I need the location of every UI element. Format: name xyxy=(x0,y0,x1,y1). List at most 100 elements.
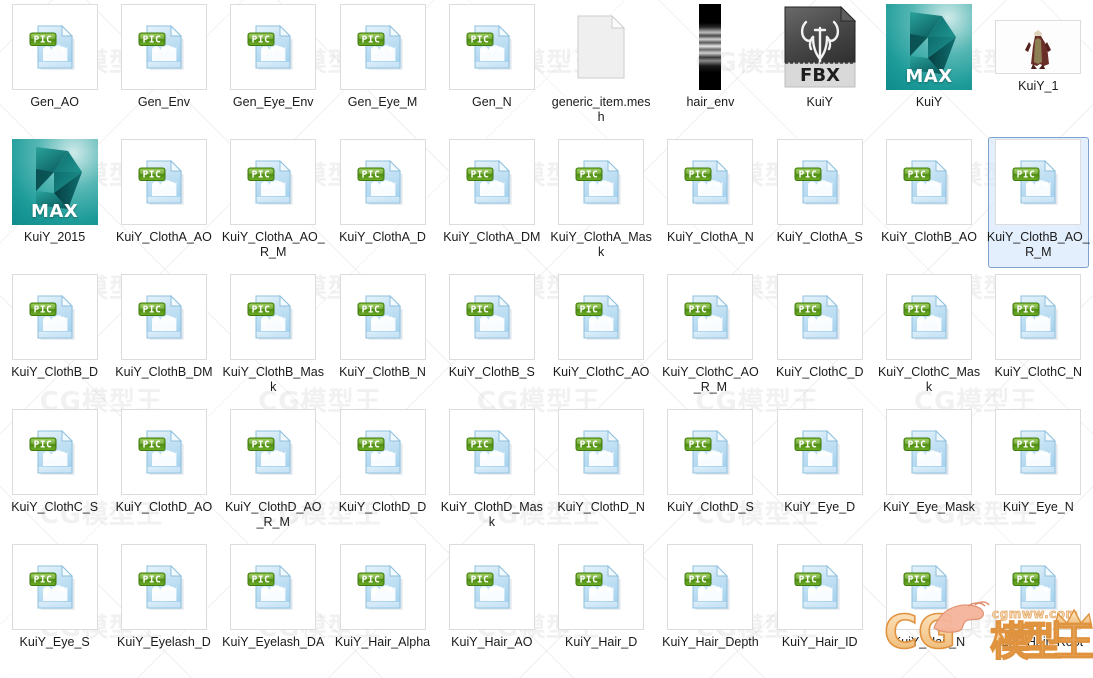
file-item[interactable]: KuiY_1 xyxy=(984,0,1093,135)
file-item[interactable]: PIC KuiY_ClothD_D xyxy=(328,405,437,540)
file-name-label: KuiY_Eyelash_D xyxy=(117,635,211,649)
file-thumbnail-box: PIC xyxy=(230,4,317,90)
file-item[interactable]: PIC KuiY_ClothB_Mask xyxy=(219,270,328,405)
file-item[interactable]: MAX KuiY_2015 xyxy=(0,135,109,270)
file-item[interactable]: PIC KuiY_ClothD_AO xyxy=(109,405,218,540)
file-thumbnail-box: PIC xyxy=(558,544,645,630)
file-item[interactable]: PIC KuiY_Eye_S xyxy=(0,540,109,675)
file-item[interactable]: PIC KuiY_ClothC_N xyxy=(984,270,1093,405)
file-item[interactable]: PIC KuiY_ClothB_D xyxy=(0,270,109,405)
file-thumbnail-box: PIC xyxy=(448,139,535,225)
file-thumbnail-max: MAX xyxy=(11,139,98,225)
svg-text:PIC: PIC xyxy=(361,440,380,451)
file-item[interactable]: PIC KuiY_ClothC_D xyxy=(765,270,874,405)
file-item[interactable]: PIC KuiY_Hair_Alpha xyxy=(328,540,437,675)
file-thumbnail-box: PIC xyxy=(776,139,863,225)
file-item[interactable]: hair_env xyxy=(656,0,765,135)
svg-text:PIC: PIC xyxy=(689,305,708,316)
file-item[interactable]: PIC KuiY_ClothB_AO xyxy=(874,135,983,270)
file-name-label: Gen_Env xyxy=(137,95,190,109)
file-name-label: KuiY xyxy=(915,95,943,109)
file-item[interactable]: PIC KuiY_ClothB_AO_R_M xyxy=(984,135,1093,270)
file-thumbnail-box: PIC xyxy=(339,139,426,225)
file-item[interactable]: MAX KuiY xyxy=(874,0,983,135)
file-item[interactable]: generic_item.mesh xyxy=(546,0,655,135)
file-item[interactable]: PIC KuiY_Eyelash_D xyxy=(109,540,218,675)
pic-file-icon: PIC xyxy=(464,559,520,615)
pic-file-icon: PIC xyxy=(245,154,301,210)
file-item[interactable]: PIC KuiY_ClothA_Mask xyxy=(546,135,655,270)
file-item[interactable]: PIC KuiY_ClothC_AO xyxy=(546,270,655,405)
file-item[interactable]: PIC KuiY_ClothA_D xyxy=(328,135,437,270)
file-name-label: KuiY_Hair_D xyxy=(564,635,638,649)
file-item[interactable]: PIC KuiY_ClothD_S xyxy=(656,405,765,540)
file-item[interactable]: PIC Gen_Eye_Env xyxy=(219,0,328,135)
file-item[interactable]: PIC KuiY_ClothC_S xyxy=(0,405,109,540)
file-item[interactable]: FBX KuiY xyxy=(765,0,874,135)
file-name-label: KuiY_Hair_Root xyxy=(993,635,1084,649)
file-thumbnail-generic xyxy=(558,4,644,90)
file-item[interactable]: PIC Gen_N xyxy=(437,0,546,135)
file-item[interactable]: PIC KuiY_Eye_Mask xyxy=(874,405,983,540)
file-item[interactable]: PIC KuiY_ClothB_N xyxy=(328,270,437,405)
pic-file-icon: PIC xyxy=(901,154,957,210)
file-name-label: KuiY_ClothA_Mask xyxy=(550,230,652,259)
svg-text:PIC: PIC xyxy=(143,170,162,181)
file-thumbnail-box: PIC xyxy=(120,544,207,630)
svg-text:PIC: PIC xyxy=(361,170,380,181)
svg-text:PIC: PIC xyxy=(1017,305,1036,316)
file-item[interactable]: PIC KuiY_Eye_D xyxy=(765,405,874,540)
file-thumbnail-box: PIC xyxy=(886,274,973,360)
file-item[interactable]: PIC Gen_AO xyxy=(0,0,109,135)
file-item[interactable]: PIC KuiY_ClothD_AO_R_M xyxy=(219,405,328,540)
pic-file-icon: PIC xyxy=(901,559,957,615)
svg-text:FBX: FBX xyxy=(800,65,840,86)
file-name-label: KuiY_ClothB_D xyxy=(11,365,99,379)
file-name-label: KuiY_ClothD_D xyxy=(338,500,427,514)
file-item[interactable]: PIC KuiY_ClothA_DM xyxy=(437,135,546,270)
file-thumbnail-box: PIC xyxy=(120,409,207,495)
file-item[interactable]: PIC KuiY_ClothA_N xyxy=(656,135,765,270)
file-item[interactable]: PIC KuiY_ClothD_Mask xyxy=(437,405,546,540)
file-item[interactable]: PIC KuiY_Hair_Root xyxy=(984,540,1093,675)
file-item[interactable]: PIC KuiY_Hair_D xyxy=(546,540,655,675)
file-name-label: KuiY_ClothA_DM xyxy=(443,230,541,244)
file-item[interactable]: PIC KuiY_Eyelash_DA xyxy=(219,540,328,675)
file-thumbnail-box: PIC xyxy=(886,139,973,225)
file-item[interactable]: PIC KuiY_Hair_Depth xyxy=(656,540,765,675)
file-name-label: Gen_N xyxy=(472,95,512,109)
file-name-label: KuiY_ClothB_AO xyxy=(881,230,977,244)
pic-file-icon: PIC xyxy=(573,154,629,210)
file-item[interactable]: PIC KuiY_ClothC_Mask xyxy=(874,270,983,405)
file-item[interactable]: PIC KuiY_ClothD_N xyxy=(546,405,655,540)
file-item[interactable]: PIC KuiY_Hair_N xyxy=(874,540,983,675)
pic-file-icon: PIC xyxy=(682,289,738,345)
file-icon-grid[interactable]: PIC Gen_AO PIC Gen_Env PIC Gen_Eye_Env P… xyxy=(0,0,1093,678)
file-thumbnail-box: PIC xyxy=(995,544,1082,630)
file-item[interactable]: PIC KuiY_ClothB_DM xyxy=(109,270,218,405)
file-item[interactable]: PIC KuiY_ClothC_AO_R_M xyxy=(656,270,765,405)
svg-text:PIC: PIC xyxy=(470,35,489,46)
file-name-label: generic_item.mesh xyxy=(551,95,651,124)
file-item[interactable]: PIC KuiY_Hair_AO xyxy=(437,540,546,675)
file-name-label: KuiY xyxy=(806,95,833,109)
file-item[interactable]: PIC KuiY_ClothA_S xyxy=(765,135,874,270)
pic-file-icon: PIC xyxy=(27,424,83,480)
svg-text:PIC: PIC xyxy=(470,440,489,451)
file-item[interactable]: PIC Gen_Eye_M xyxy=(328,0,437,135)
file-item[interactable]: PIC KuiY_ClothB_S xyxy=(437,270,546,405)
file-item[interactable]: PIC Gen_Env xyxy=(109,0,218,135)
file-thumbnail-box: PIC xyxy=(448,544,535,630)
pic-file-icon: PIC xyxy=(1010,289,1066,345)
file-name-label: KuiY_ClothD_N xyxy=(557,500,645,514)
pic-file-icon: PIC xyxy=(1010,559,1066,615)
file-name-label: KuiY_ClothC_Mask xyxy=(877,365,981,394)
pic-file-icon: PIC xyxy=(573,289,629,345)
file-item[interactable]: PIC KuiY_Hair_ID xyxy=(765,540,874,675)
file-item[interactable]: PIC KuiY_ClothA_AO xyxy=(109,135,218,270)
file-item[interactable]: PIC KuiY_ClothA_AO_R_M xyxy=(219,135,328,270)
file-name-label: KuiY_Hair_Alpha xyxy=(334,635,431,649)
pic-file-icon: PIC xyxy=(355,289,411,345)
file-item[interactable]: PIC KuiY_Eye_N xyxy=(984,405,1093,540)
file-thumbnail-box: PIC xyxy=(230,274,317,360)
